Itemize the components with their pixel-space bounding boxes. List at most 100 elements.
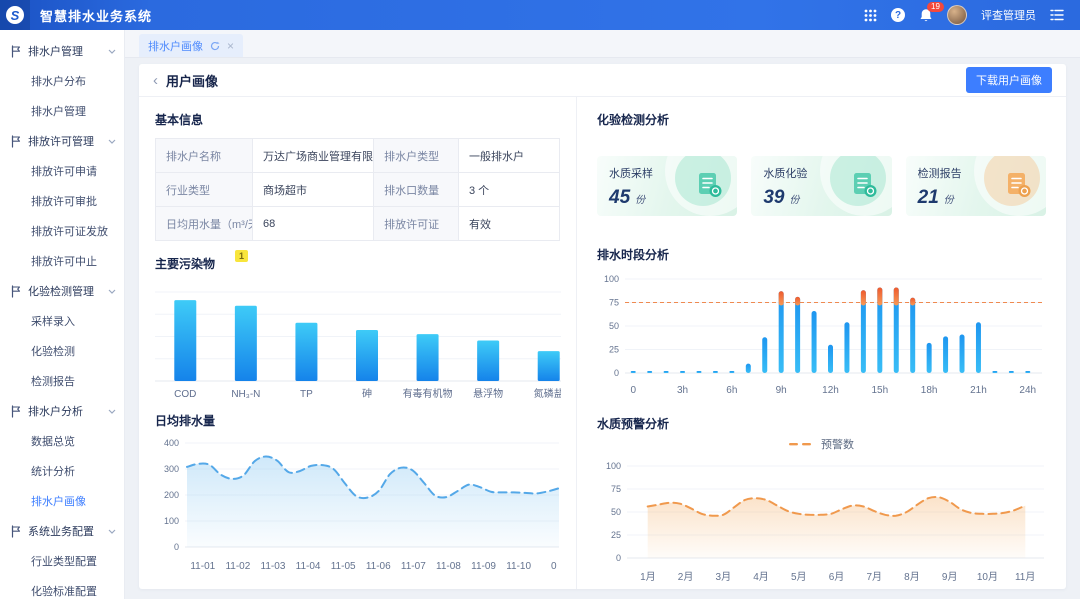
bell-icon[interactable]: 19 (919, 8, 933, 23)
svg-text:11-03: 11-03 (261, 561, 286, 572)
svg-text:25: 25 (609, 345, 619, 355)
sidebar-item[interactable]: 统计分析 (0, 456, 124, 486)
svg-text:50: 50 (609, 321, 619, 331)
report-stack-icon (1003, 170, 1033, 200)
page-title: 用户画像 (166, 71, 218, 90)
svg-text:24h: 24h (1019, 385, 1036, 396)
svg-text:4月: 4月 (753, 571, 769, 583)
left-column: 基本信息 排水户名称万达广场商业管理有限公司排水户类型一般排水户行业类型商场超市… (139, 97, 577, 589)
menu-list-icon[interactable] (1050, 9, 1064, 21)
svg-text:有毒有机物: 有毒有机物 (403, 387, 453, 398)
svg-text:10月: 10月 (977, 571, 998, 583)
svg-text:100: 100 (606, 461, 621, 471)
sidebar-item[interactable]: 化验检测 (0, 336, 124, 366)
sidebar-group-label: 排水户管理 (28, 43, 102, 59)
tab-label: 排水户画像 (148, 38, 203, 54)
svg-text:75: 75 (609, 298, 619, 308)
sidebar-item[interactable]: 排放许可中止 (0, 246, 124, 276)
info-label: 排水户名称 (156, 139, 253, 173)
download-portrait-button[interactable]: 下载用户画像 (966, 67, 1052, 93)
sidebar-item[interactable]: 行业类型配置 (0, 546, 124, 576)
sidebar-item[interactable]: 排放许可审批 (0, 186, 124, 216)
back-icon[interactable]: ‹ (153, 73, 158, 88)
svg-text:2月: 2月 (678, 571, 694, 583)
report-stack-icon (694, 170, 724, 200)
info-label: 日均用水量（m³/天） (156, 207, 253, 241)
svg-text:8月: 8月 (904, 571, 920, 583)
pollutants-bar-chart: CODNH₃-NTP砷有毒有机物悬浮物氮磷盐 (155, 286, 561, 398)
sidebar-item[interactable]: 排水户画像 (0, 486, 124, 516)
table-row: 排水户名称万达广场商业管理有限公司排水户类型一般排水户 (156, 139, 560, 173)
sidebar-item[interactable]: 排水户分布 (0, 66, 124, 96)
svg-text:400: 400 (164, 438, 179, 448)
right-column: 化验检测分析 水质采样45份水质化验39份检测报告21份 排水时段分析 0255… (577, 97, 1066, 589)
svg-text:6月: 6月 (829, 571, 845, 583)
info-value: 一般排水户 (458, 139, 559, 173)
svg-text:3月: 3月 (716, 571, 732, 583)
help-icon[interactable]: ? (891, 8, 905, 22)
svg-text:12h: 12h (822, 385, 839, 396)
svg-text:1月: 1月 (640, 571, 656, 583)
svg-text:COD: COD (174, 389, 196, 398)
card-unit: 份 (635, 195, 645, 206)
section-title-time-analysis: 排水时段分析 (597, 246, 1046, 263)
report-stack-icon (849, 170, 879, 200)
svg-text:0: 0 (551, 561, 557, 572)
sidebar-group-label: 系统业务配置 (28, 523, 102, 539)
svg-text:11-09: 11-09 (471, 561, 496, 572)
svg-text:TP: TP (300, 389, 313, 398)
apps-grid-icon[interactable] (864, 9, 877, 22)
pollutants-chart-area: CODNH₃-NTP砷有毒有机物悬浮物氮磷盐 (155, 280, 561, 398)
svg-text:NH₃-N: NH₃-N (231, 389, 260, 398)
svg-text:砷: 砷 (362, 388, 372, 398)
sidebar-item[interactable]: 化验标准配置 (0, 576, 124, 599)
svg-text:200: 200 (164, 490, 179, 500)
top-header: S 智慧排水业务系统 ? 19 评查管理员 (0, 0, 1080, 30)
svg-text:11-07: 11-07 (401, 561, 426, 572)
sidebar-item[interactable]: 排放许可证发放 (0, 216, 124, 246)
sidebar-group[interactable]: 系统业务配置 (0, 516, 124, 546)
sidebar-group[interactable]: 化验检测管理 (0, 276, 124, 306)
svg-text:75: 75 (611, 484, 621, 494)
card-unit: 份 (944, 195, 954, 206)
sidebar-group[interactable]: 排水户管理 (0, 36, 124, 66)
lab-card[interactable]: 水质化验39份 (751, 156, 891, 216)
sidebar-group[interactable]: 排水户分析 (0, 396, 124, 426)
info-label: 行业类型 (156, 173, 253, 207)
sidebar-item[interactable]: 采样录入 (0, 306, 124, 336)
basic-info-table: 排水户名称万达广场商业管理有限公司排水户类型一般排水户行业类型商场超市排水口数量… (155, 138, 560, 241)
lab-card[interactable]: 水质采样45份 (597, 156, 737, 216)
tab-drainage-portrait[interactable]: 排水户画像 × (139, 34, 243, 57)
info-value: 商场超市 (252, 173, 373, 207)
svg-text:11-05: 11-05 (331, 561, 356, 572)
info-value: 3 个 (458, 173, 559, 207)
time-analysis-bar-chart: 025507510003h6h9h12h15h18h21h24h (597, 269, 1046, 399)
sidebar-item[interactable]: 检测报告 (0, 366, 124, 396)
svg-text:0: 0 (630, 385, 636, 396)
svg-text:11-08: 11-08 (436, 561, 461, 572)
sidebar-item[interactable]: 排放许可申请 (0, 156, 124, 186)
svg-text:0: 0 (614, 368, 619, 378)
table-row: 行业类型商场超市排水口数量3 个 (156, 173, 560, 207)
sidebar: 排水户管理排水户分布排水户管理排放许可管理排放许可申请排放许可审批排放许可证发放… (0, 30, 125, 599)
svg-text:6h: 6h (726, 385, 737, 396)
sidebar-group-label: 排放许可管理 (28, 133, 102, 149)
sidebar-item[interactable]: 数据总览 (0, 426, 124, 456)
avatar[interactable] (947, 5, 967, 25)
refresh-icon[interactable] (210, 41, 220, 51)
info-value: 万达广场商业管理有限公司 (252, 139, 373, 173)
svg-text:15h: 15h (871, 385, 888, 396)
sidebar-group[interactable]: 排放许可管理 (0, 126, 124, 156)
svg-text:悬浮物: 悬浮物 (473, 387, 503, 398)
svg-text:50: 50 (611, 507, 621, 517)
svg-text:11-04: 11-04 (296, 561, 321, 572)
info-label: 排水口数量 (374, 173, 459, 207)
close-icon[interactable]: × (227, 39, 234, 53)
svg-text:9月: 9月 (942, 571, 958, 583)
sidebar-item[interactable]: 排水户管理 (0, 96, 124, 126)
svg-text:11-01: 11-01 (190, 561, 215, 572)
svg-text:300: 300 (164, 464, 179, 474)
app-logo: S (0, 0, 30, 30)
section-title-daily-drainage: 日均排水量 (155, 412, 560, 429)
lab-card[interactable]: 检测报告21份 (906, 156, 1046, 216)
